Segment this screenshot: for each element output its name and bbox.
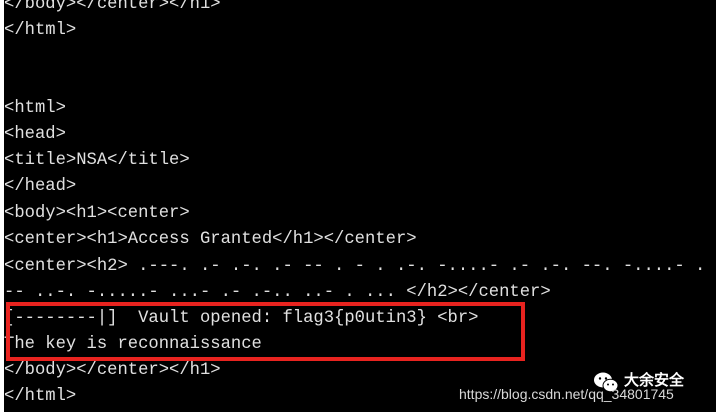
terminal-line: <center><h1>Access Granted</h1></center> [4, 230, 417, 249]
terminal-line: </html> [4, 21, 77, 40]
terminal-line: <center><h2> .---. .- .-. .- -- . - . .-… [4, 257, 706, 276]
terminal-window[interactable]: </body></center></h1> </html> <html> <he… [4, 0, 716, 412]
highlight-annotation-box [6, 302, 525, 361]
terminal-line: -- ..-. -.....- ...- .- .-.. ..- . ... <… [4, 283, 551, 302]
terminal-line: <title>NSA</title> [4, 151, 190, 170]
terminal-line: <body><h1><center> [4, 204, 190, 223]
terminal-line: </html> [4, 387, 77, 406]
terminal-line: </head> [4, 177, 77, 196]
terminal-line: <html> [4, 99, 66, 118]
terminal-line: <head> [4, 125, 66, 144]
terminal-line: </body></center></h1> [4, 361, 221, 380]
watermark-url: https://blog.csdn.net/qq_34801745 [459, 386, 674, 402]
terminal-line: </body></center></h1> [4, 0, 221, 14]
